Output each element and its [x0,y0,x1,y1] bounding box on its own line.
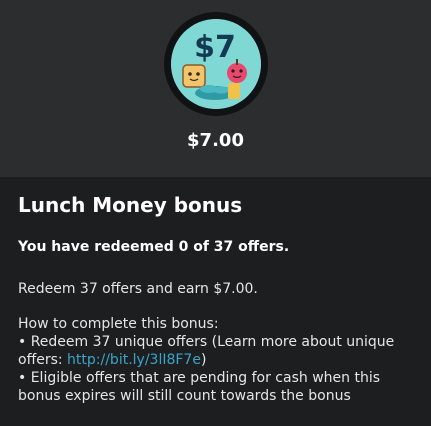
bonus-details: Lunch Money bonus You have redeemed 0 of… [0,193,431,405]
bonus-earn-text: Redeem 37 offers and earn $7.00. [18,281,258,297]
bullet1-suffix: ) [200,352,207,368]
howto-heading: How to complete this bonus: [18,316,219,332]
badge-art-icon: $7 [171,19,261,109]
howto-bullet-2: • Eligible offers that are pending for c… [18,370,381,404]
bonus-title: Lunch Money bonus [18,193,243,217]
badge-illustration: $7 [171,19,261,109]
bonus-progress: You have redeemed 0 of 37 offers. [18,239,290,255]
lunch-money-badge-icon: $7 [164,12,268,116]
badge-amount: $7 [194,30,236,65]
reward-header: $7 $7.00 [0,0,431,177]
howto-bullet-1: • Redeem 37 unique offers (Learn more ab… [18,333,413,369]
learn-more-link[interactable]: http://bit.ly/3lI8F7e [67,352,201,368]
reward-amount: $7.00 [187,130,244,151]
